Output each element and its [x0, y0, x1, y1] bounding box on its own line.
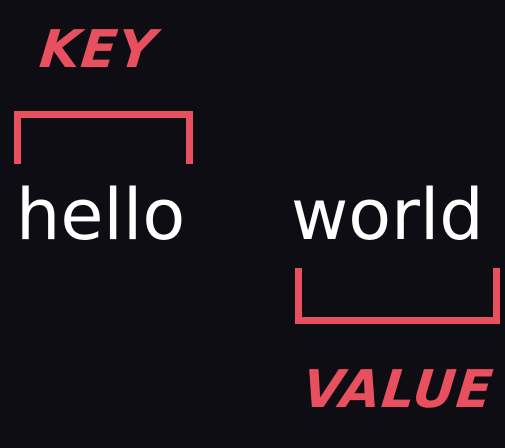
- key-bracket: [14, 111, 193, 164]
- value-word: world: [291, 174, 484, 256]
- key-word: hello: [16, 174, 186, 256]
- value-bracket: [295, 268, 500, 324]
- key-label: KEY: [36, 20, 160, 80]
- value-label: VALUE: [299, 360, 497, 420]
